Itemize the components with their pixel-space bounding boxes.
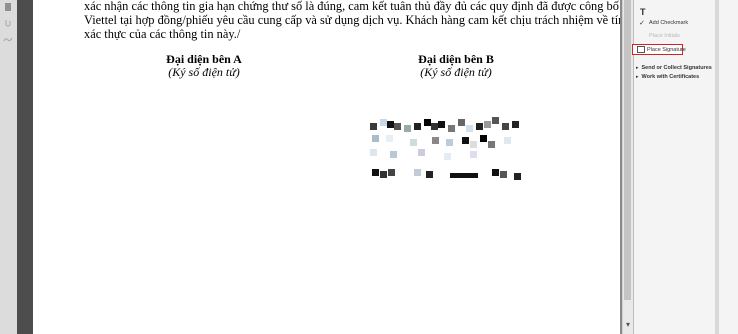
place-signature-button[interactable]: Place Signature <box>632 44 686 55</box>
party-b-subtitle: (Ký số điện tử) <box>420 65 492 79</box>
party-a-subtitle: (Ký số điện tử) <box>168 65 240 79</box>
left-gutter <box>17 0 33 334</box>
add-checkmark-button[interactable]: ✓ Add Checkmark <box>638 18 688 28</box>
add-checkmark-label: Add Checkmark <box>649 20 689 26</box>
pages-icon[interactable] <box>3 2 13 12</box>
scrollbar-thumb[interactable] <box>624 0 631 300</box>
initials-icon <box>638 32 646 40</box>
work-with-certificates-section[interactable]: ▸ Work with Certificates <box>636 74 699 80</box>
document-body-line-3: xác thực của các thông tin này./ <box>84 27 241 41</box>
expand-triangle-icon: ▸ <box>636 74 639 80</box>
place-signature-label: Place Signature <box>647 47 686 53</box>
checkmark-icon: ✓ <box>639 18 645 27</box>
attachments-icon[interactable] <box>3 18 13 28</box>
expand-triangle-icon: ▸ <box>636 65 639 71</box>
signatures-icon[interactable] <box>3 34 13 44</box>
tools-panel-edge <box>715 0 719 334</box>
panel-header: T <box>640 7 646 17</box>
place-initials-label: Place Initials <box>649 33 680 39</box>
signature-icon <box>637 46 645 54</box>
work-with-certificates-label: Work with Certificates <box>641 74 700 80</box>
document-body-line-2: Viettel tại hợp đồng/phiếu yêu cầu cung … <box>84 13 631 27</box>
send-or-collect-signatures-section[interactable]: ▸ Send or Collect Signatures <box>636 65 712 71</box>
send-or-collect-label: Send or Collect Signatures <box>641 65 712 71</box>
scroll-down-arrow-icon[interactable]: ▾ <box>623 320 633 330</box>
document-body-line-1: xác nhận các thông tin gia hạn chứng thư… <box>84 0 640 13</box>
pixelated-signature-image <box>366 115 536 185</box>
left-navigation-toolbar <box>0 0 17 334</box>
place-initials-button[interactable]: Place Initials <box>638 31 680 41</box>
